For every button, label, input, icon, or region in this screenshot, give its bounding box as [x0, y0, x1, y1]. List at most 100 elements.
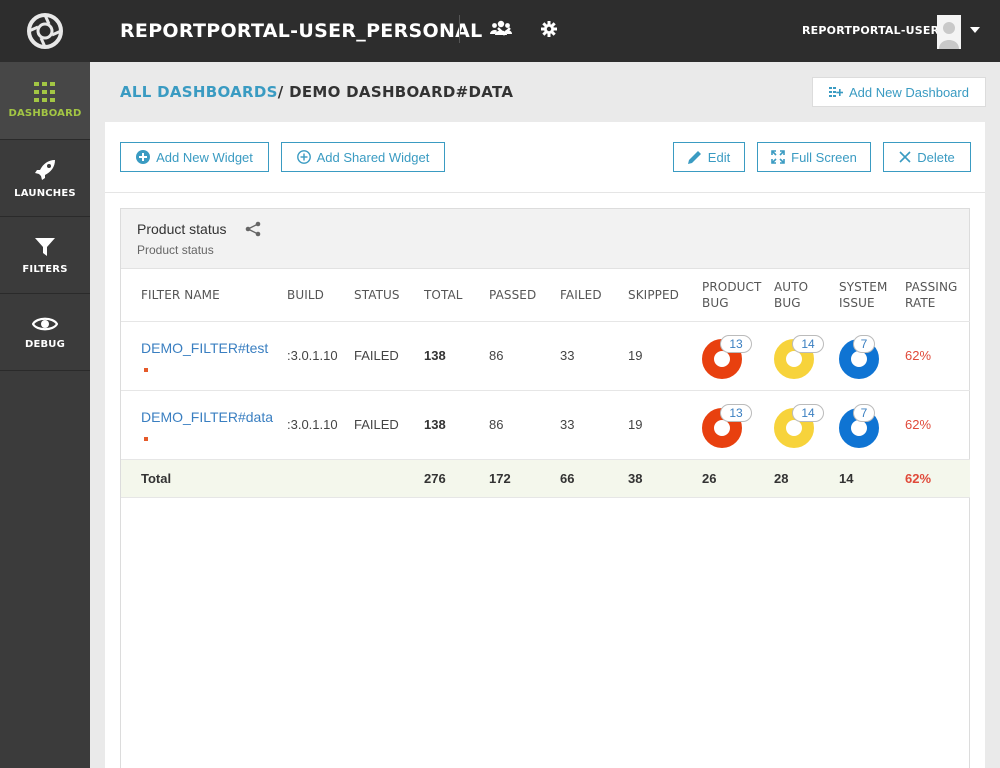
col-product-bug: PRODUCT BUG: [702, 269, 774, 322]
col-auto-bug-line1: AUTO: [774, 279, 809, 294]
edit-button[interactable]: Edit: [673, 142, 745, 172]
dashboard-panel: Add New Widget Add Shared Widget Edit Fu…: [105, 122, 985, 768]
system-issue-cell: 7: [839, 390, 905, 460]
add-new-widget-label: Add New Widget: [156, 149, 253, 165]
share-icon: [245, 221, 261, 237]
product-status-widget: Product status Product status FILTER NAM…: [120, 208, 970, 768]
project-selector[interactable]: REPORTPORTAL-USER_PERSONAL: [120, 20, 511, 42]
rocket-icon: [35, 159, 55, 180]
col-system-issue-line2: ISSUE: [839, 295, 875, 310]
full-screen-button[interactable]: Full Screen: [757, 142, 871, 172]
col-product-bug-line2: BUG: [702, 295, 729, 310]
col-skipped: SKIPPED: [628, 269, 702, 322]
total-total-cell: 276: [424, 459, 489, 498]
top-header: REPORTPORTAL-USER_PERSONAL REPORTPORTAL-…: [90, 0, 1000, 62]
breadcrumb-separator: /: [277, 83, 284, 101]
build-cell: :3.0.1.10: [287, 390, 354, 460]
status-cell: FAILED: [354, 390, 424, 460]
table-row: DEMO_FILTER#data :3.0.1.10 FAILED 138 86…: [121, 390, 970, 460]
product-bug-donut[interactable]: 13: [702, 334, 752, 379]
add-shared-widget-button[interactable]: Add Shared Widget: [281, 142, 445, 172]
add-new-dashboard-label: Add New Dashboard: [849, 84, 969, 100]
auto-bug-donut[interactable]: 14: [774, 403, 824, 448]
table-row: DEMO_FILTER#test :3.0.1.10 FAILED 138 86…: [121, 321, 970, 391]
widget-subtitle: Product status: [137, 243, 214, 257]
gear-icon: [541, 21, 557, 37]
share-button[interactable]: [245, 221, 261, 242]
members-button[interactable]: [490, 20, 512, 41]
col-passing-rate: PASSING RATE: [905, 269, 970, 322]
auto-bug-count: 14: [792, 403, 824, 422]
system-issue-count: 7: [853, 403, 875, 422]
sidebar-item-filters[interactable]: FILTERS: [0, 217, 90, 294]
add-new-dashboard-button[interactable]: Add New Dashboard: [812, 77, 986, 107]
fullscreen-icon: [771, 150, 785, 164]
product-status-table: FILTER NAME BUILD STATUS TOTAL PASSED FA…: [121, 269, 970, 498]
auto-bug-cell: 14: [774, 390, 839, 460]
build-cell: :3.0.1.10: [287, 321, 354, 391]
col-passing-rate-line2: RATE: [905, 295, 936, 310]
product-bug-count: 13: [720, 334, 752, 353]
user-avatar-icon: [937, 15, 961, 49]
funnel-icon: [35, 237, 55, 256]
total-status-cell: [354, 459, 424, 498]
col-filter-name: FILTER NAME: [121, 269, 287, 322]
settings-button[interactable]: [541, 21, 557, 42]
add-shared-widget-label: Add Shared Widget: [316, 149, 430, 165]
total-label: Total: [121, 459, 287, 498]
total-passing-rate-cell: 62%: [905, 459, 970, 498]
total-row: Total 276 172 66 38 26 28 14 62%: [121, 459, 970, 498]
header-divider: [459, 15, 460, 43]
full-screen-label: Full Screen: [791, 149, 857, 165]
total-failed-cell: 66: [560, 459, 628, 498]
table-header-row: FILTER NAME BUILD STATUS TOTAL PASSED FA…: [121, 269, 970, 322]
product-bug-cell: 13: [702, 321, 774, 391]
product-bug-donut[interactable]: 13: [702, 403, 752, 448]
filter-marker: [144, 436, 148, 441]
status-cell: FAILED: [354, 321, 424, 391]
filter-link[interactable]: DEMO_FILTER#test: [141, 340, 287, 356]
delete-button[interactable]: Delete: [883, 142, 971, 172]
system-issue-donut[interactable]: 7: [839, 334, 889, 379]
users-icon: [490, 20, 512, 35]
sidebar-item-launches[interactable]: LAUNCHES: [0, 140, 90, 217]
col-failed: FAILED: [560, 269, 628, 322]
caret-down-icon[interactable]: [970, 27, 980, 33]
failed-cell: 33: [560, 321, 628, 391]
auto-bug-donut[interactable]: 14: [774, 334, 824, 379]
add-dashboard-icon: [829, 87, 844, 97]
col-system-issue-line1: SYSTEM: [839, 279, 888, 294]
edit-label: Edit: [707, 149, 731, 165]
breadcrumb-current: DEMO DASHBOARD#DATA: [289, 83, 514, 101]
skipped-cell: 19: [628, 321, 702, 391]
add-new-widget-button[interactable]: Add New Widget: [120, 142, 269, 172]
project-name: REPORTPORTAL-USER_PERSONAL: [120, 20, 483, 42]
system-issue-donut[interactable]: 7: [839, 403, 889, 448]
user-name[interactable]: REPORTPORTAL-USER: [802, 24, 939, 37]
filter-name-cell: DEMO_FILTER#test: [121, 321, 287, 391]
grid-icon: [34, 82, 55, 102]
sidebar-item-debug[interactable]: DEBUG: [0, 294, 90, 371]
total-passed-cell: 172: [489, 459, 560, 498]
pencil-icon: [687, 151, 701, 164]
breadcrumb-all-dashboards[interactable]: ALL DASHBOARDS: [120, 83, 278, 101]
passed-cell: 86: [489, 390, 560, 460]
system-issue-count: 7: [853, 334, 875, 353]
dashboard-toolbar: Add New Widget Add Shared Widget Edit Fu…: [105, 122, 985, 193]
sidebar-item-label: DASHBOARD: [8, 108, 82, 119]
total-product-bug-cell: 26: [702, 459, 774, 498]
col-system-issue: SYSTEM ISSUE: [839, 269, 905, 322]
widget-header: Product status Product status: [121, 209, 969, 269]
sidebar-item-dashboard[interactable]: DASHBOARD: [0, 62, 90, 140]
sidebar-item-label: LAUNCHES: [14, 187, 76, 199]
passed-cell: 86: [489, 321, 560, 391]
product-bug-cell: 13: [702, 390, 774, 460]
col-auto-bug-line2: BUG: [774, 295, 801, 310]
filter-link[interactable]: DEMO_FILTER#data: [141, 409, 287, 425]
col-passed: PASSED: [489, 269, 560, 322]
sidebar: DASHBOARD LAUNCHES FILTERS DEBUG: [0, 0, 90, 768]
col-passing-rate-line1: PASSING: [905, 279, 958, 294]
avatar[interactable]: [937, 15, 961, 49]
filter-marker: [144, 367, 148, 372]
logo[interactable]: [0, 0, 90, 62]
